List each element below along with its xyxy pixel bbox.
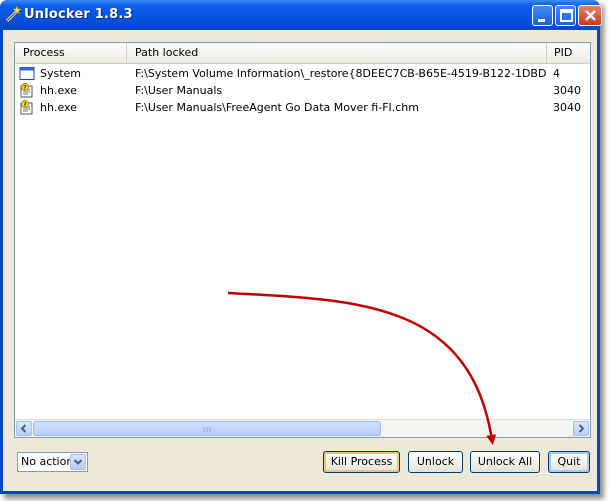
locked-files-list[interactable]: Process Path locked PID System F:\System…	[14, 42, 591, 438]
row-pid: 4	[553, 67, 560, 80]
table-row[interactable]: ? hh.exe F:\User Manuals\FreeAgent Go Da…	[15, 99, 590, 116]
minimize-button[interactable]	[532, 5, 553, 26]
list-header: Process Path locked PID	[15, 43, 590, 64]
unlocker-window: Unlocker 1.8.3 Process Path locked PID S…	[0, 0, 602, 494]
chevron-left-icon	[20, 424, 27, 433]
window-icon	[19, 67, 35, 80]
column-header-pid[interactable]: PID	[547, 43, 591, 63]
window-title: Unlocker 1.8.3	[24, 7, 133, 22]
maximize-button[interactable]	[555, 5, 576, 26]
grip-icon	[203, 427, 211, 432]
minimize-icon	[538, 19, 545, 22]
svg-text:?: ?	[23, 101, 27, 108]
row-pid: 3040	[553, 84, 581, 97]
window-client-area: Process Path locked PID System F:\System…	[0, 30, 600, 494]
chevron-right-icon	[578, 424, 585, 433]
row-pid: 3040	[553, 101, 581, 114]
table-row[interactable]: ? hh.exe F:\User Manuals 3040	[15, 82, 590, 99]
magic-wand-icon	[5, 5, 22, 23]
scroll-thumb[interactable]	[33, 421, 381, 436]
close-button[interactable]	[578, 5, 602, 26]
row-path: F:\System Volume Information\_restore{8D…	[135, 67, 547, 80]
chevron-down-icon	[73, 459, 83, 465]
row-process: hh.exe	[40, 84, 77, 97]
column-header-path[interactable]: Path locked	[127, 43, 547, 63]
scroll-right-button[interactable]	[573, 421, 589, 436]
quit-button[interactable]: Quit	[548, 451, 590, 473]
horizontal-scrollbar[interactable]	[15, 419, 590, 437]
column-header-process[interactable]: Process	[15, 43, 127, 63]
unlock-all-button[interactable]: Unlock All	[470, 451, 540, 473]
help-file-icon: ?	[20, 100, 33, 115]
kill-process-button[interactable]: Kill Process	[323, 451, 400, 473]
maximize-icon	[560, 9, 573, 22]
dropdown-button[interactable]	[70, 454, 86, 470]
row-path: F:\User Manuals	[135, 84, 223, 97]
row-process: hh.exe	[40, 101, 77, 114]
action-dropdown[interactable]: No action	[17, 452, 88, 472]
close-icon	[585, 10, 596, 21]
title-bar[interactable]: Unlocker 1.8.3	[0, 0, 602, 30]
row-process: System	[40, 67, 82, 80]
scroll-left-button[interactable]	[16, 421, 32, 436]
help-file-icon: ?	[20, 83, 33, 98]
svg-text:?: ?	[23, 84, 27, 91]
row-path: F:\User Manuals\FreeAgent Go Data Mover …	[135, 101, 419, 114]
unlock-button[interactable]: Unlock	[408, 451, 463, 473]
table-row[interactable]: System F:\System Volume Information\_res…	[15, 65, 590, 82]
action-dropdown-value: No action	[21, 455, 74, 468]
